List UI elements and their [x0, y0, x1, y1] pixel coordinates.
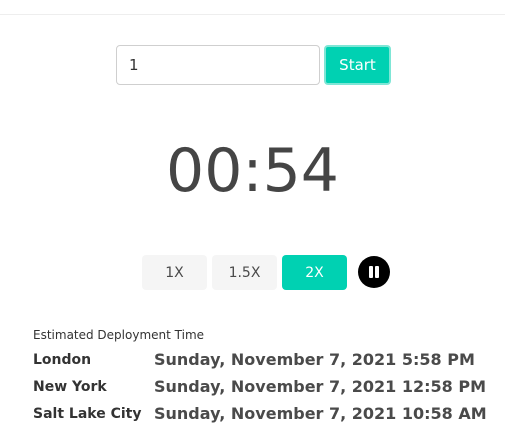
pause-icon-bar-left: [369, 266, 373, 278]
pause-icon-bar-right: [375, 266, 379, 278]
pause-button[interactable]: [358, 256, 390, 288]
timezone-row-salt-lake-city: Salt Lake City Sunday, November 7, 2021 …: [33, 404, 493, 428]
speed-1x-button[interactable]: 1X: [142, 255, 207, 290]
timer-page: Start 00:54 1X 1.5X 2X Estimated Deploym…: [0, 0, 505, 448]
timezone-city: Salt Lake City: [33, 406, 142, 422]
speed-1-5x-button[interactable]: 1.5X: [212, 255, 277, 290]
countdown-display: 00:54: [166, 136, 339, 206]
start-button[interactable]: Start: [324, 45, 391, 85]
timezone-time: Sunday, November 7, 2021 5:58 PM: [154, 350, 475, 369]
timezone-row-london: London Sunday, November 7, 2021 5:58 PM: [33, 350, 493, 374]
timezone-city: New York: [33, 379, 107, 395]
timezone-row-new-york: New York Sunday, November 7, 2021 12:58 …: [33, 377, 493, 401]
speed-2x-button[interactable]: 2X: [282, 255, 347, 290]
timezone-time: Sunday, November 7, 2021 10:58 AM: [154, 404, 487, 423]
top-divider: [0, 14, 505, 15]
timezone-time: Sunday, November 7, 2021 12:58 PM: [154, 377, 487, 396]
timezone-city: London: [33, 352, 92, 368]
minutes-input[interactable]: [116, 45, 320, 85]
estimated-deployment-label: Estimated Deployment Time: [33, 328, 205, 342]
